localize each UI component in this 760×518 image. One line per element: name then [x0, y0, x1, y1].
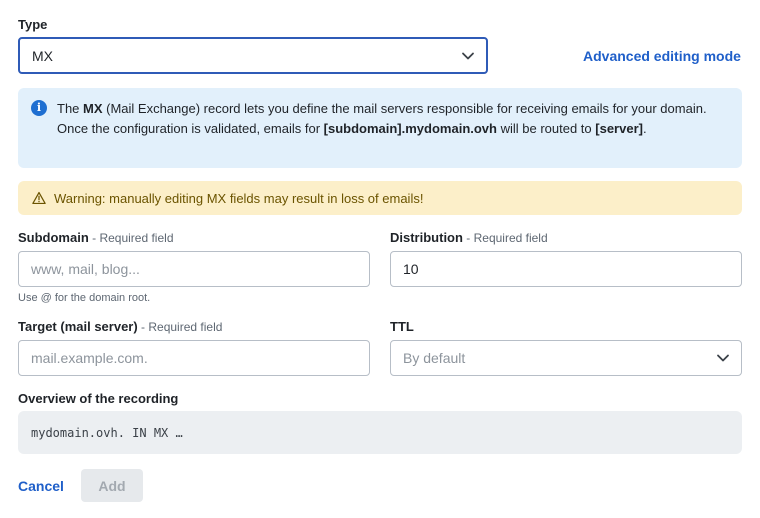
type-label: Type — [18, 17, 48, 32]
ttl-select-value: By default — [403, 350, 466, 366]
subdomain-required: - Required field — [88, 231, 174, 245]
ttl-select[interactable]: By default — [390, 340, 742, 376]
target-required: - Required field — [137, 320, 223, 334]
subdomain-placeholder: www, mail, blog... — [31, 261, 140, 277]
chevron-down-icon — [462, 52, 474, 59]
warning-message: Warning: manually editing MX fields may … — [18, 181, 742, 215]
overview-box: mydomain.ovh. IN MX … — [18, 411, 742, 454]
advanced-editing-mode-link[interactable]: Advanced editing mode — [583, 48, 741, 64]
overview-value: mydomain.ovh. IN MX … — [31, 425, 183, 440]
target-placeholder: mail.example.com. — [31, 350, 148, 366]
info-message: i The MX (Mail Exchange) record lets you… — [18, 88, 742, 168]
subdomain-hint: Use @ for the domain root. — [18, 292, 151, 304]
type-select-value: MX — [32, 47, 53, 64]
info-text-4: . — [642, 121, 647, 136]
subdomain-input[interactable]: www, mail, blog... — [18, 251, 370, 287]
info-text-1: The — [57, 101, 84, 116]
chevron-down-icon — [717, 354, 729, 362]
target-label: Target (mail server) - Required field — [18, 319, 223, 334]
warning-text: Warning: manually editing MX fields may … — [54, 190, 424, 206]
type-select[interactable]: MX — [18, 37, 488, 74]
add-button[interactable]: Add — [81, 469, 143, 502]
distribution-input[interactable]: 10 — [390, 251, 742, 287]
distribution-required: - Required field — [462, 231, 548, 245]
overview-label: Overview of the recording — [18, 391, 179, 406]
ttl-label: TTL — [390, 319, 414, 334]
subdomain-label: Subdomain - Required field — [18, 230, 174, 245]
warning-icon — [32, 191, 46, 205]
info-text-3: will be routed to — [496, 121, 596, 136]
info-bold-server: [server] — [595, 121, 643, 136]
target-input[interactable]: mail.example.com. — [18, 340, 370, 376]
info-bold-mx: MX — [83, 101, 103, 116]
cancel-button[interactable]: Cancel — [18, 478, 64, 494]
info-icon: i — [31, 100, 47, 116]
info-bold-domain: [subdomain].mydomain.ovh — [323, 121, 497, 136]
distribution-label: Distribution - Required field — [390, 230, 548, 245]
distribution-value: 10 — [403, 261, 419, 277]
